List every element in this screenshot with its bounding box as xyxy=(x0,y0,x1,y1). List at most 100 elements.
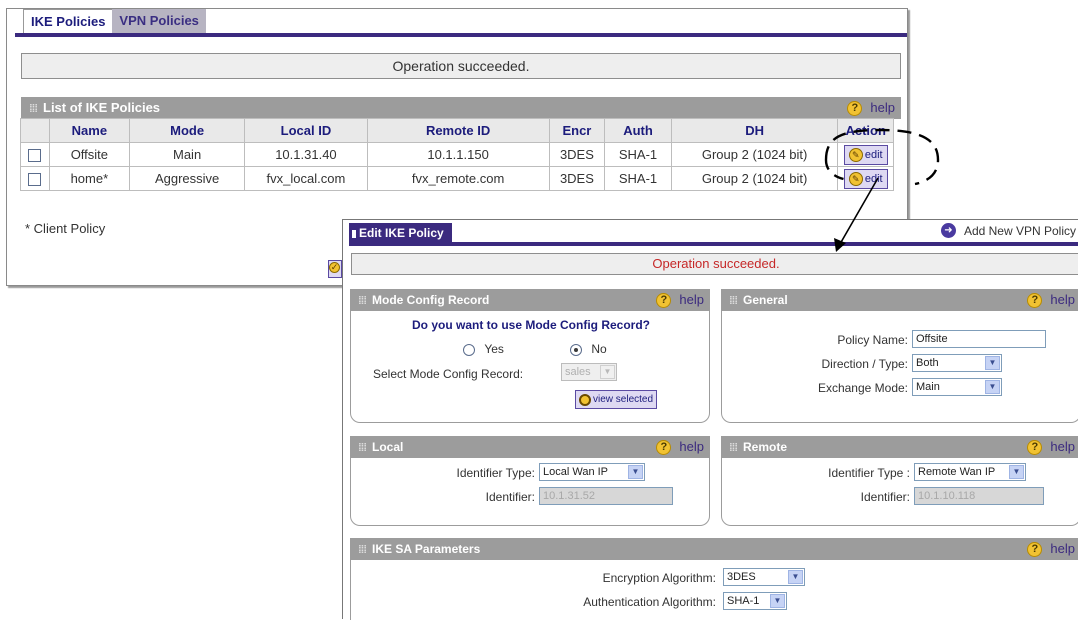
grip-icon: ⁞⁞⁞ xyxy=(29,103,38,115)
grip-icon: ⁞⁞⁞ xyxy=(358,544,367,556)
help-link[interactable]: ? help xyxy=(656,436,704,458)
grip-icon: ⁞⁞⁞ xyxy=(358,442,367,454)
local-identifier-input[interactable]: 10.1.31.52 xyxy=(539,487,673,505)
table-header-row: Name Mode Local ID Remote ID Encr Auth D… xyxy=(20,118,894,143)
dh-cell: Group 2 (1024 bit) xyxy=(670,166,839,191)
action-cell: ✎ edit xyxy=(837,142,894,167)
help-link[interactable]: ? help xyxy=(1027,538,1075,560)
help-link[interactable]: ? help xyxy=(1027,289,1075,311)
column-header: DH xyxy=(670,118,839,143)
row-checkbox[interactable] xyxy=(28,173,42,187)
column-header: Auth xyxy=(604,118,672,143)
remote-identifier-type-select[interactable]: Remote Wan IP ▼ xyxy=(914,463,1026,481)
status-message: Operation succeeded. xyxy=(21,53,901,79)
view-selected-button[interactable]: view selected xyxy=(575,390,658,409)
general-panel: Policy Name: Offsite Direction / Type: B… xyxy=(721,311,1078,423)
policy-name-input[interactable]: Offsite xyxy=(912,330,1046,348)
help-link[interactable]: ? help xyxy=(847,97,895,119)
table-row: Offsite Main 10.1.31.40 10.1.1.150 3DES … xyxy=(20,142,894,167)
edit-status-message: Operation succeeded. xyxy=(351,253,1078,275)
ike-policies-header: ⁞⁞⁞ List of IKE Policies ? help xyxy=(21,97,901,119)
yes-radio[interactable] xyxy=(463,343,475,356)
local-id-cell: 10.1.31.40 xyxy=(244,142,368,167)
local-identifier-type-select[interactable]: Local Wan IP ▼ xyxy=(539,463,645,481)
chevron-down-icon: ▼ xyxy=(770,594,785,608)
tab-underline xyxy=(15,33,907,37)
grip-icon: ⁞⁞⁞ xyxy=(729,442,738,454)
chevron-down-icon: ▼ xyxy=(600,365,615,379)
mode-config-record-select[interactable]: sales ▼ xyxy=(561,363,617,381)
encryption-algorithm-select[interactable]: 3DES ▼ xyxy=(723,568,805,586)
column-header: Local ID xyxy=(244,118,368,143)
column-header: Action xyxy=(837,118,894,143)
grip-icon: ⁞⁞⁞ xyxy=(358,295,367,307)
tab-ike-policies[interactable]: IKE Policies xyxy=(23,9,113,33)
local-identifier-label: Identifier: xyxy=(485,490,535,504)
help-icon: ? xyxy=(1027,292,1043,308)
help-icon: ? xyxy=(847,100,863,116)
help-icon: ? xyxy=(656,439,672,455)
name-cell: Offsite xyxy=(48,142,130,167)
remote-id-cell: 10.1.1.150 xyxy=(366,142,550,167)
auth-cell: SHA-1 xyxy=(604,142,672,167)
tab-edit-ike-policy[interactable]: Edit IKE Policy xyxy=(349,223,452,243)
policy-tabs: IKE Policies VPN Policies xyxy=(23,9,206,33)
direction-type-label: Direction / Type: xyxy=(821,357,908,371)
mode-config-header: ⁞⁞⁞ Mode Config Record ? help xyxy=(350,289,710,311)
select-mode-config-label: Select Mode Config Record: xyxy=(373,367,524,381)
magnifier-icon xyxy=(579,393,591,406)
remote-identifier-label: Identifier: xyxy=(860,490,910,504)
mode-config-question: Do you want to use Mode Config Record? xyxy=(412,318,650,332)
ike-policies-table: Name Mode Local ID Remote ID Encr Auth D… xyxy=(20,118,894,191)
authentication-algorithm-label: Authentication Algorithm: xyxy=(583,595,716,609)
authentication-algorithm-select[interactable]: SHA-1 ▼ xyxy=(723,592,787,610)
edit-ike-policy-window: Edit IKE Policy ➜ Add New VPN Policy Ope… xyxy=(342,219,1078,620)
ike-sa-parameters-header: ⁞⁞⁞ IKE SA Parameters ? help xyxy=(350,538,1078,560)
mode-cell: Main xyxy=(128,142,246,167)
column-header: Mode xyxy=(128,118,246,143)
help-link[interactable]: ? help xyxy=(1027,436,1075,458)
yes-radio-option[interactable]: Yes xyxy=(463,342,504,356)
table-row: home* Aggressive fvx_local.com fvx_remot… xyxy=(20,166,894,191)
chevron-down-icon: ▼ xyxy=(985,356,1000,370)
tab-underline xyxy=(349,242,1078,246)
select-column-header xyxy=(20,118,50,143)
mode-cell: Aggressive xyxy=(128,166,246,191)
remote-header: ⁞⁞⁞ Remote ? help xyxy=(721,436,1078,458)
remote-identifier-input[interactable]: 10.1.10.118 xyxy=(914,487,1044,505)
column-header: Name xyxy=(48,118,130,143)
action-cell: ✎ edit xyxy=(837,166,894,191)
dh-cell: Group 2 (1024 bit) xyxy=(670,142,839,167)
exchange-mode-select[interactable]: Main ▼ xyxy=(912,378,1002,396)
direction-type-select[interactable]: Both ▼ xyxy=(912,354,1002,372)
row-select-cell xyxy=(20,166,50,191)
no-radio-option[interactable]: No xyxy=(570,342,607,356)
row-checkbox[interactable] xyxy=(28,149,42,163)
chevron-down-icon: ▼ xyxy=(628,465,643,479)
name-cell: home* xyxy=(48,166,130,191)
help-icon: ? xyxy=(656,292,672,308)
ike-sa-parameters-panel: Encryption Algorithm: 3DES ▼ Authenticat… xyxy=(350,560,1078,620)
edit-button[interactable]: ✎ edit xyxy=(843,168,888,189)
exchange-mode-label: Exchange Mode: xyxy=(817,381,908,395)
general-header: ⁞⁞⁞ General ? help xyxy=(721,289,1078,311)
remote-identifier-type-label: Identifier Type : xyxy=(828,466,910,480)
column-header: Remote ID xyxy=(366,118,550,143)
encr-cell: 3DES xyxy=(548,166,606,191)
edit-button[interactable]: ✎ edit xyxy=(843,144,888,165)
remote-id-cell: fvx_remote.com xyxy=(366,166,550,191)
remote-panel: Identifier Type : Remote Wan IP ▼ Identi… xyxy=(721,458,1078,526)
tab-vpn-policies[interactable]: VPN Policies xyxy=(112,9,206,33)
local-identifier-type-label: Identifier Type: xyxy=(456,466,536,480)
back-apply-button[interactable]: ✓ xyxy=(328,260,342,278)
local-header: ⁞⁞⁞ Local ? help xyxy=(350,436,710,458)
pencil-icon: ✎ xyxy=(848,171,863,186)
arrow-right-icon: ➜ xyxy=(940,223,956,238)
help-link[interactable]: ? help xyxy=(656,289,704,311)
no-radio[interactable] xyxy=(570,343,582,356)
encryption-algorithm-label: Encryption Algorithm: xyxy=(602,571,716,585)
checkmark-icon: ✓ xyxy=(329,262,340,273)
add-new-vpn-policy-link[interactable]: ➜ Add New VPN Policy xyxy=(940,223,1076,238)
column-header: Encr xyxy=(548,118,606,143)
pencil-icon: ✎ xyxy=(848,147,863,162)
